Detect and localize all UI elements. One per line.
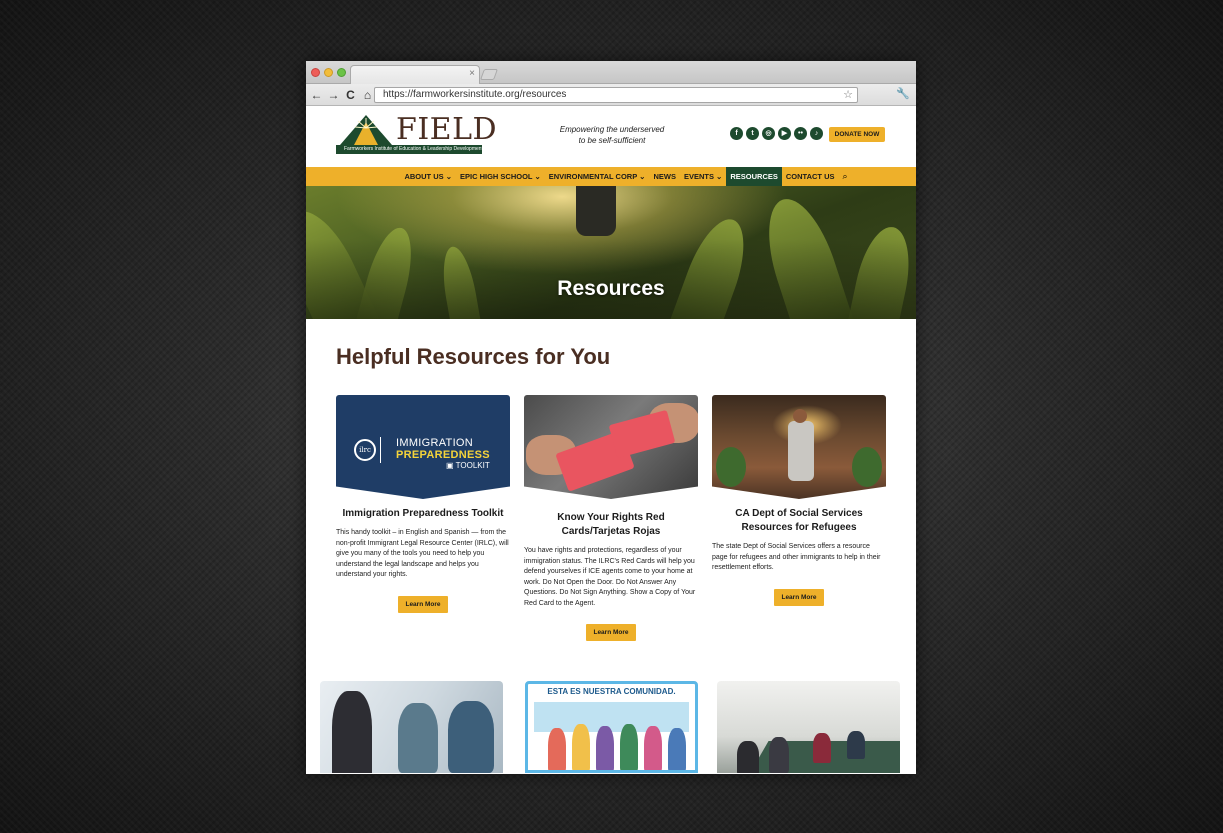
new-tab-button[interactable]	[479, 69, 499, 80]
person-shape	[548, 728, 566, 770]
logo-wordmark: FIELD	[396, 112, 498, 147]
main-nav: ABOUT US ⌄ EPIC HIGH SCHOOL ⌄ ENVIRONMEN…	[306, 167, 916, 186]
logo-subtitle: Farmworkers Institute of Education & Lea…	[336, 145, 482, 154]
person-shape	[572, 724, 590, 770]
person-shape	[813, 733, 831, 763]
tab-strip: ×	[306, 61, 916, 84]
learn-more-button[interactable]: Learn More	[774, 588, 824, 606]
person-shape	[644, 726, 662, 770]
browser-tab[interactable]: ×	[350, 65, 480, 84]
person-shape	[737, 741, 759, 773]
youtube-icon[interactable]: ▶	[778, 127, 791, 140]
card-body: You have rights and protections, regardl…	[524, 547, 696, 607]
person-shape	[788, 421, 814, 481]
close-window-button[interactable]	[311, 68, 320, 77]
wrench-icon[interactable]: 🔧	[896, 87, 910, 100]
browser-window: × ← → C ⌂ https://farmworkersinstitute.o…	[306, 61, 916, 774]
facebook-icon[interactable]: f	[730, 127, 743, 140]
person-shape	[769, 737, 789, 773]
card-body: The state Dept of Social Services offers…	[712, 543, 881, 571]
consultation-image[interactable]	[320, 681, 503, 773]
image-text-toolkit: ▣ TOOLKIT	[446, 461, 490, 470]
nav-resources[interactable]: RESOURCES	[726, 167, 782, 186]
window-controls	[311, 68, 346, 77]
browser-toolbar: ← → C ⌂ https://farmworkersinstitute.org…	[306, 84, 916, 106]
resource-card: Know Your Rights Red Cards/Tarjetas Roja…	[524, 395, 698, 641]
nav-epic-high-school[interactable]: EPIC HIGH SCHOOL ⌄	[456, 167, 545, 186]
tiktok-icon[interactable]: ♪	[810, 127, 823, 140]
hero-title: Resources	[557, 277, 665, 300]
tab-close-icon[interactable]: ×	[469, 68, 475, 79]
zoom-window-button[interactable]	[337, 68, 346, 77]
nav-environmental-corp[interactable]: ENVIRONMENTAL CORP ⌄	[545, 167, 650, 186]
meeting-room-image[interactable]	[717, 681, 900, 773]
community-banner-text: ESTA ES NUESTRA COMUNIDAD.	[547, 687, 676, 696]
person-head-shape	[793, 409, 807, 423]
resources-section: Helpful Resources for You ilrc IMMIGRATI…	[306, 319, 916, 773]
search-icon[interactable]: ⌕	[838, 167, 851, 186]
card-title[interactable]: Immigration Preparedness Toolkit	[336, 507, 510, 521]
flickr-icon[interactable]: ••	[794, 127, 807, 140]
ilrc-seal-logo: ilrc	[354, 439, 376, 461]
card-body: This handy toolkit – in English and Span…	[336, 529, 509, 578]
person-shape	[398, 703, 438, 773]
person-shape	[847, 731, 865, 759]
plant-shape	[716, 447, 746, 487]
logo-triangle-icon	[340, 115, 392, 145]
person-shape	[332, 691, 372, 773]
instagram-icon[interactable]: ◎	[762, 127, 775, 140]
red-card-shape	[608, 409, 676, 459]
site-tagline: Empowering the underserved to be self-su…	[550, 124, 674, 146]
immigration-toolkit-image[interactable]: ilrc IMMIGRATION PREPAREDNESS ▣ TOOLKIT	[336, 395, 510, 499]
plant-shape	[852, 447, 882, 487]
url-text: https://farmworkersinstitute.org/resourc…	[383, 89, 567, 100]
tagline-line-1: Empowering the underserved	[559, 125, 665, 134]
tagline-line-2: to be self-sufficient	[578, 136, 646, 145]
resource-card: ilrc IMMIGRATION PREPAREDNESS ▣ TOOLKIT …	[336, 395, 510, 613]
person-shape	[668, 728, 686, 770]
learn-more-button[interactable]: Learn More	[398, 595, 448, 613]
image-text-immigration: IMMIGRATION	[396, 437, 474, 449]
nav-contact-us[interactable]: CONTACT US	[782, 167, 839, 186]
card-title[interactable]: CA Dept of Social Services Resources for…	[712, 507, 886, 535]
address-bar[interactable]: https://farmworkersinstitute.org/resourc…	[374, 87, 858, 103]
reload-icon[interactable]: C	[344, 88, 357, 102]
resource-card: CA Dept of Social Services Resources for…	[712, 395, 886, 606]
bookmark-star-icon[interactable]: ☆	[843, 88, 853, 102]
donate-button[interactable]: DONATE NOW	[829, 127, 885, 142]
section-title: Helpful Resources for You	[336, 344, 611, 369]
nav-news[interactable]: NEWS	[649, 167, 680, 186]
person-shape	[620, 724, 638, 770]
divider	[380, 437, 381, 463]
nav-events[interactable]: EVENTS ⌄	[680, 167, 726, 186]
social-services-image[interactable]	[712, 395, 886, 499]
nav-about-us[interactable]: ABOUT US ⌄	[400, 167, 456, 186]
minimize-window-button[interactable]	[324, 68, 333, 77]
community-poster-image[interactable]: ESTA ES NUESTRA COMUNIDAD.	[525, 681, 698, 773]
person-shape	[596, 726, 614, 770]
home-icon[interactable]: ⌂	[361, 88, 374, 102]
learn-more-button[interactable]: Learn More	[586, 624, 636, 641]
back-icon[interactable]: ←	[310, 88, 323, 102]
forward-icon[interactable]: →	[327, 88, 340, 102]
hero-banner: Resources	[306, 186, 916, 319]
person-shape	[448, 701, 494, 773]
image-text-preparedness: PREPAREDNESS	[396, 449, 490, 461]
card-title[interactable]: Know Your Rights Red Cards/Tarjetas Roja…	[524, 511, 698, 539]
field-logo[interactable]: FIELD Farmworkers Institute of Education…	[336, 112, 497, 162]
twitter-icon[interactable]: t	[746, 127, 759, 140]
red-cards-image[interactable]	[524, 395, 698, 499]
social-links: f t ◎ ▶ •• ♪	[730, 127, 823, 140]
